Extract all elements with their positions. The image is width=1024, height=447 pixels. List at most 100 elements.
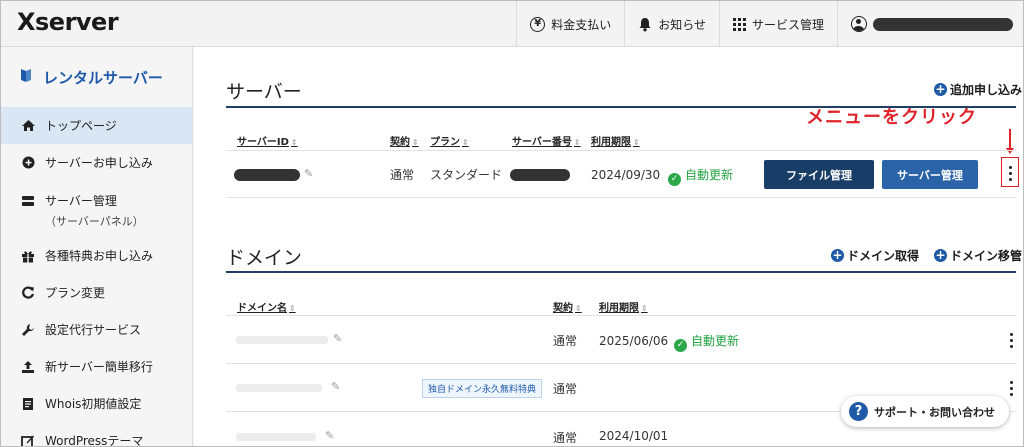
annotation-arrow xyxy=(1009,129,1011,149)
plus-circle-icon: + xyxy=(934,248,947,262)
sidebar-item-sublabel: （サーバーパネル） xyxy=(45,215,144,228)
column-header-domain-name[interactable]: ドメイン名 ⇕ xyxy=(237,299,296,314)
notices-link[interactable]: お知らせ xyxy=(624,1,719,47)
free-domain-badge: 独自ドメイン永久無料特典 xyxy=(422,379,543,398)
server-contract: 通常 xyxy=(390,168,415,182)
column-header-expiry[interactable]: 利用期限 ⇕ xyxy=(599,299,648,314)
user-icon xyxy=(851,16,867,32)
pencil-icon[interactable]: ✎ xyxy=(331,380,340,393)
domain-row-menu-button[interactable] xyxy=(1009,379,1013,397)
pencil-icon[interactable]: ✎ xyxy=(304,167,313,180)
sidebar-item-wordpress-theme[interactable]: WordPressテーマ xyxy=(1,422,192,447)
sidebar-item-label: Whois初期値設定 xyxy=(45,397,142,411)
column-header-contract[interactable]: 契約 ⇕ xyxy=(553,299,582,314)
sidebar-title-label: レンタルサーバー xyxy=(43,68,163,87)
column-header-label: 契約 xyxy=(390,137,410,148)
sort-icon: ⇕ xyxy=(641,304,648,313)
service-management-label: サービス管理 xyxy=(751,17,824,32)
sidebar-item-label: サーバー管理 xyxy=(45,194,117,208)
domain-expiry: 2024/10/01 xyxy=(599,429,668,443)
server-number-redacted xyxy=(510,169,570,181)
column-header-server-id[interactable]: サーバーID ⇕ xyxy=(237,133,298,148)
refresh-icon xyxy=(19,286,37,299)
gift-icon xyxy=(19,249,37,263)
service-management-link[interactable]: サービス管理 xyxy=(718,1,837,47)
billing-link[interactable]: ¥ 料金支払い xyxy=(516,1,624,47)
wrench-icon xyxy=(19,323,37,337)
xserver-logo[interactable]: Xserver xyxy=(17,8,119,36)
bell-icon xyxy=(638,17,652,32)
domain-contract: 通常 xyxy=(553,334,578,348)
column-header-contract[interactable]: 契約 ⇕ xyxy=(390,133,419,148)
app-frame: Xserver ¥ 料金支払い お知らせ サービス管理 レンタルサーバー トップ… xyxy=(0,0,1024,447)
edit-icon xyxy=(19,434,37,446)
domain-get-link[interactable]: + ドメイン取得 xyxy=(831,247,919,264)
sidebar-item-label: プラン変更 xyxy=(45,286,106,300)
sidebar-item-setup-service[interactable]: 設定代行サービス xyxy=(1,311,192,348)
domain-name-blurred xyxy=(236,433,316,441)
table-row-divider xyxy=(226,363,1016,364)
add-application-link[interactable]: + 追加申し込み xyxy=(934,81,1022,98)
column-header-server-number[interactable]: サーバー番号 ⇕ xyxy=(512,133,581,148)
domain-expiry: 2025/06/06 ✓ 自動更新 xyxy=(599,332,739,352)
domain-section-divider xyxy=(226,271,1016,273)
sidebar-item-label: 各種特典お申し込み xyxy=(45,249,154,263)
sidebar-item-label: WordPressテーマ xyxy=(45,434,144,447)
sort-icon: ⇕ xyxy=(412,138,419,147)
column-header-expiry[interactable]: 利用期限 ⇕ xyxy=(591,133,640,148)
sidebar-item-server-management[interactable]: サーバー管理 （サーバーパネル） xyxy=(1,181,192,237)
sidebar-item-benefits[interactable]: 各種特典お申し込み xyxy=(1,237,192,274)
column-header-label: 利用期限 xyxy=(599,303,639,314)
domain-name-blurred xyxy=(236,384,322,392)
sidebar-item-plan-change[interactable]: プラン変更 xyxy=(1,274,192,311)
sort-icon: ⇕ xyxy=(462,138,469,147)
server-expiry: 2024/09/30 ✓ 自動更新 xyxy=(591,166,733,186)
sidebar-item-whois[interactable]: Whois初期値設定 xyxy=(1,385,192,422)
column-header-label: ドメイン名 xyxy=(237,303,287,314)
plus-circle-icon xyxy=(19,156,37,169)
domain-expiry-date: 2025/06/06 xyxy=(599,334,669,348)
pencil-icon[interactable]: ✎ xyxy=(325,429,334,442)
sidebar-item-label-group: サーバー管理 （サーバーパネル） xyxy=(45,192,144,229)
sort-icon: ⇕ xyxy=(290,138,298,147)
column-header-label: 利用期限 xyxy=(591,137,631,148)
sidebar-item-server-apply[interactable]: サーバーお申し込み xyxy=(1,144,192,181)
server-expiry-date: 2024/09/30 xyxy=(591,168,661,182)
domain-section-title: ドメイン xyxy=(226,247,303,269)
server-id-redacted xyxy=(234,169,300,181)
annotation-text: メニューをクリック xyxy=(806,107,977,128)
account-menu[interactable] xyxy=(837,1,1023,47)
sidebar-item-top-page[interactable]: トップページ xyxy=(1,107,192,144)
sidebar-item-server-migration[interactable]: 新サーバー簡単移行 xyxy=(1,348,192,385)
add-application-label: 追加申し込み xyxy=(950,83,1023,97)
column-header-label: プラン xyxy=(430,137,460,148)
server-icon xyxy=(19,195,37,207)
sidebar-item-label: トップページ xyxy=(45,119,117,133)
server-section-title: サーバー xyxy=(226,81,302,103)
auto-renew-label: 自動更新 xyxy=(691,334,740,348)
file-management-button[interactable]: ファイル管理 xyxy=(764,160,874,189)
annotation-arrowhead xyxy=(1006,148,1014,154)
main-content: サーバー + 追加申し込み メニューをクリック サーバーID ⇕ 契約 ⇕ プラン ⇕… xyxy=(194,47,1023,446)
domain-transfer-link[interactable]: + ドメイン移管 xyxy=(934,247,1022,264)
sort-icon: ⇕ xyxy=(573,138,581,147)
domain-expiry-date: 2024/10/01 xyxy=(599,429,669,443)
support-label: サポート・お問い合わせ xyxy=(874,405,995,419)
check-icon: ✓ xyxy=(668,173,681,186)
table-row-divider xyxy=(226,197,1016,198)
document-icon xyxy=(19,397,37,411)
sidebar-item-label: 設定代行サービス xyxy=(45,323,142,337)
grid-icon xyxy=(732,17,746,31)
sort-icon: ⇕ xyxy=(633,138,640,147)
column-header-plan[interactable]: プラン ⇕ xyxy=(430,133,469,148)
account-name-redacted xyxy=(873,17,1013,31)
sidebar-title[interactable]: レンタルサーバー xyxy=(1,47,192,107)
sidebar-item-label: サーバーお申し込み xyxy=(45,156,153,170)
sidebar: レンタルサーバー トップページ サーバーお申し込み サーバー管理 （サーバーパネ… xyxy=(1,47,193,447)
server-row-menu-button[interactable] xyxy=(1008,164,1012,182)
domain-row-menu-button[interactable] xyxy=(1009,331,1013,349)
server-management-button[interactable]: サーバー管理 xyxy=(882,160,978,189)
support-contact-button[interactable]: ? サポート・お問い合わせ xyxy=(841,396,1009,427)
auto-renew-label: 自動更新 xyxy=(685,168,734,182)
pencil-icon[interactable]: ✎ xyxy=(333,332,342,345)
